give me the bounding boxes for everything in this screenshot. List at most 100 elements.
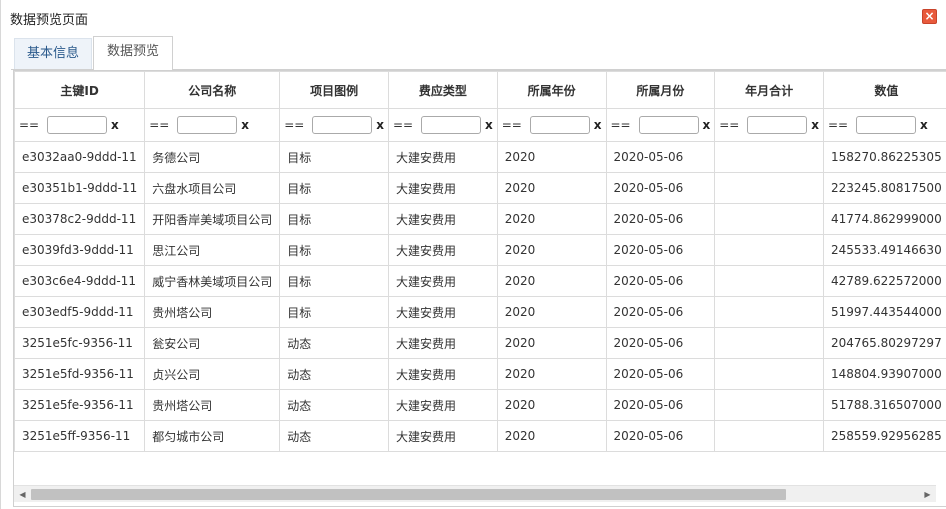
table-cell: e30351b1-9ddd-11 [14,172,146,204]
table-row[interactable]: 3251e5fd-9356-11 贞兴公司 动态 大建安费用 2020 2020-05-0… [14,358,946,390]
table-row[interactable]: e30351b1-9ddd-11 六盘水项目公司 目标 大建安费用 2020 2020-0… [14,172,946,204]
column-header[interactable]: 主键ID [14,71,146,109]
table-row[interactable]: e3039fd3-9ddd-11 思江公司 目标 大建安费用 2020 2020-05-0… [14,234,946,266]
horizontal-scrollbar[interactable]: ◀ ▶ [14,485,936,502]
table-row[interactable]: e30378c2-9ddd-11 开阳香岸美域项目公司 目标 大建安费用 2020 202… [14,203,946,235]
filter-input[interactable] [47,116,107,134]
table-cell: 大建安费用 [388,265,498,297]
table-cell: 大建安费用 [388,141,498,173]
table-row[interactable]: 3251e5ff-9356-11 都匀城市公司 动态 大建安费用 2020 2020-05… [14,420,946,452]
column-header[interactable]: 费应类型 [388,71,498,109]
tab-data-preview[interactable]: 数据预览 [93,36,173,71]
dialog-title: 数据预览页面 [10,13,89,28]
filter-input[interactable] [421,116,481,134]
table-cell: 2020-05-06 [605,327,716,359]
table-row[interactable]: 3251e5fe-9356-11 贵州塔公司 动态 大建安费用 2020 2020-05-… [14,389,946,421]
filter-input[interactable] [747,116,808,134]
table-cell: 2020-05-06 [605,234,716,266]
table-cell: 动态 [279,358,389,390]
data-grid: 主键ID公司名称项目图例费应类型所属年份所属月份年月合计数值公司 ==x==x=… [13,70,946,507]
table-cell: 2020 [496,296,607,328]
table-cell: 2020-05-06 [605,296,716,328]
table-cell: 大建安费用 [388,296,498,328]
table-cell: 51788.316507000 [823,389,946,421]
table-cell [714,203,824,235]
table-cell: 2020-05-06 [605,389,716,421]
clear-filter-icon[interactable]: x [111,118,119,132]
column-header[interactable]: 数值 [823,71,946,109]
table-cell: 目标 [279,141,389,173]
table-cell: 动态 [279,389,389,421]
clear-filter-icon[interactable]: x [811,118,819,132]
table-cell: 2020-05-06 [605,172,716,204]
filter-cell: == x [714,108,824,142]
table-cell: 动态 [279,327,389,359]
filter-operator[interactable]: == [828,118,852,132]
filter-operator[interactable]: == [611,118,635,132]
clear-filter-icon[interactable]: x [485,118,493,132]
filter-operator[interactable]: == [719,118,743,132]
table-cell: 158270.86225305 [823,141,946,173]
table-cell: 2020-05-06 [605,358,716,390]
table-cell: 2020-05-06 [605,265,716,297]
table-cell [714,141,824,173]
table-cell: 3251e5fc-9356-11 [14,327,146,359]
filter-input[interactable] [529,116,590,134]
table-cell: 动态 [279,420,389,452]
table-cell: 务德公司 [144,141,281,173]
filter-input[interactable] [856,116,916,134]
tab-basic-info[interactable]: 基本信息 [14,38,92,69]
table-cell: 2020-05-06 [605,203,716,235]
table-cell: 2020 [496,234,607,266]
table-cell: 2020 [496,203,607,235]
filter-input[interactable] [638,116,699,134]
table-cell: 204765.80297297 [823,327,946,359]
table-cell: 2020 [496,141,607,173]
clear-filter-icon[interactable]: x [241,118,249,132]
table-cell: 2020 [496,389,607,421]
table-cell: 贵州塔公司 [144,389,281,421]
table-row[interactable]: e303edf5-9ddd-11 贵州塔公司 目标 大建安费用 2020 2020-05-… [14,296,946,328]
table-row[interactable]: 3251e5fc-9356-11 瓮安公司 动态 大建安费用 2020 2020-05-0… [14,327,946,359]
column-header[interactable]: 所属年份 [496,71,607,109]
table-cell: 51997.443544000 [823,296,946,328]
table-cell: 开阳香岸美域项目公司 [144,203,281,235]
scroll-right-icon[interactable]: ▶ [919,486,936,503]
header-row: 主键ID公司名称项目图例费应类型所属年份所属月份年月合计数值公司 [14,71,946,109]
table-row[interactable]: e303c6e4-9ddd-11 威宁香林美域项目公司 目标 大建安费用 2020 202… [14,265,946,297]
table-cell [714,265,824,297]
table-cell: e3039fd3-9ddd-11 [14,234,146,266]
table-cell [714,327,824,359]
clear-filter-icon[interactable]: x [376,118,384,132]
table-cell: 大建安费用 [388,234,498,266]
column-header[interactable]: 项目图例 [279,71,389,109]
table-cell: 大建安费用 [388,358,498,390]
table-cell: 245533.49146630 [823,234,946,266]
clear-filter-icon[interactable]: x [594,118,602,132]
table-row[interactable]: e3032aa0-9ddd-11 务德公司 目标 大建安费用 2020 2020-05-0… [14,141,946,173]
table-cell: 目标 [279,203,389,235]
filter-operator[interactable]: == [284,118,308,132]
scrollbar-thumb[interactable] [31,489,786,500]
table-cell: 2020-05-06 [605,141,716,173]
filter-operator[interactable]: == [149,118,173,132]
table-cell: 大建安费用 [388,420,498,452]
data-preview-dialog: 数据预览页面 × 基本信息 数据预览 主键ID 公司名称 项目图例 费应类型 所属年份所… [0,0,946,509]
filter-operator[interactable]: == [393,118,417,132]
filter-input[interactable] [177,116,238,134]
filter-cell: == x [388,108,498,142]
table-cell: 2020 [496,358,607,390]
column-header[interactable]: 所属月份 [605,71,716,109]
clear-filter-icon[interactable]: x [920,118,928,132]
dialog-titlebar: 数据预览页面 × [1,0,946,34]
filter-input[interactable] [312,116,373,134]
close-icon[interactable]: × [922,9,937,24]
table-cell: 威宁香林美域项目公司 [144,265,281,297]
clear-filter-icon[interactable]: x [703,118,711,132]
scroll-left-icon[interactable]: ◀ [14,486,31,503]
column-header[interactable]: 年月合计 [714,71,824,109]
column-header[interactable]: 公司名称 [144,71,281,109]
table-cell: e3032aa0-9ddd-11 [14,141,146,173]
filter-operator[interactable]: == [19,118,43,132]
filter-operator[interactable]: == [502,118,526,132]
